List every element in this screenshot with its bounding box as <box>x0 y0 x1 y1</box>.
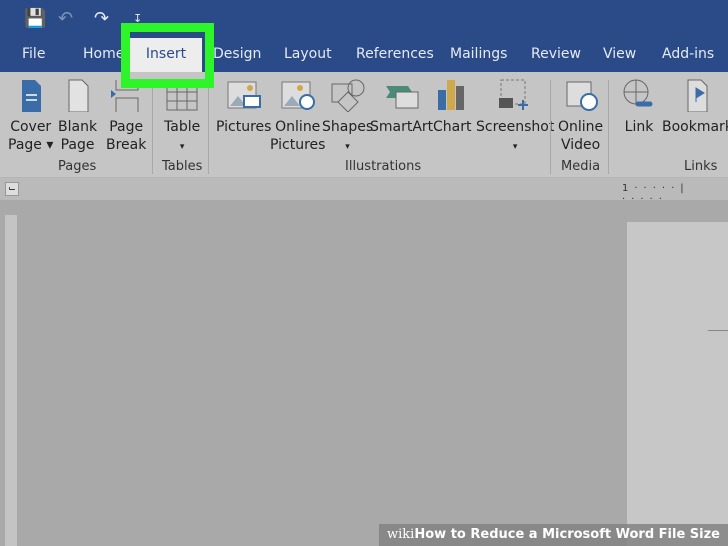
tab-layout[interactable]: Layout <box>284 46 332 62</box>
group-label-media: Media <box>561 159 601 174</box>
tab-home[interactable]: Home <box>83 46 124 62</box>
bookmark-icon <box>687 79 708 112</box>
link-button[interactable]: Link <box>622 78 656 136</box>
link-icon <box>623 79 653 107</box>
online-video-icon <box>566 81 598 111</box>
redo-icon[interactable]: ↷ <box>94 8 109 29</box>
tab-view[interactable]: View <box>603 46 636 62</box>
online-pictures-button[interactable]: Online Pictures <box>270 78 325 154</box>
online-video-button[interactable]: Online Video <box>558 78 603 154</box>
document-page[interactable] <box>627 222 728 546</box>
blank-page-icon <box>68 79 89 112</box>
separator <box>608 80 609 174</box>
cover-page-icon <box>21 80 41 112</box>
group-label-pages: Pages <box>58 159 97 174</box>
tab-mailings[interactable]: Mailings <box>450 46 507 62</box>
group-label-tables: Tables <box>162 159 203 174</box>
separator <box>152 80 153 174</box>
pictures-button[interactable]: Pictures <box>216 78 271 136</box>
chart-button[interactable]: Chart <box>433 78 471 136</box>
smartart-button[interactable]: SmartArt <box>370 78 433 136</box>
undo-icon[interactable]: ↶ <box>58 8 73 29</box>
online-pictures-icon <box>281 81 315 110</box>
separator <box>208 80 209 174</box>
group-label-links: Links <box>684 159 718 174</box>
tab-design[interactable]: Design <box>213 46 261 62</box>
save-icon[interactable]: 💾 <box>24 8 46 29</box>
screenshot-button[interactable]: Screenshot ▾ <box>476 78 554 156</box>
group-label-illustrations: Illustrations <box>345 159 422 174</box>
tab-review[interactable]: Review <box>531 46 581 62</box>
watermark: wikiHow to Reduce a Microsoft Word File … <box>379 524 728 546</box>
shapes-icon <box>331 79 365 112</box>
page-break-button[interactable]: Page Break <box>106 78 146 154</box>
horizontal-ruler[interactable] <box>0 178 728 200</box>
screenshot-icon <box>499 79 529 110</box>
table-button[interactable]: Table ▾ <box>164 78 200 156</box>
ruler-marks: 1·····|····· <box>622 183 690 205</box>
insert-tab-highlight <box>121 23 214 88</box>
cover-page-button[interactable]: Cover Page ▾ <box>8 78 53 154</box>
separator <box>550 80 551 174</box>
tab-selector-icon[interactable]: ⌙ <box>5 182 19 196</box>
smartart-icon <box>385 86 419 109</box>
tab-references[interactable]: References <box>356 46 434 62</box>
blank-page-button[interactable]: Blank Page <box>58 78 97 154</box>
tab-file[interactable]: File <box>22 46 45 62</box>
chart-icon <box>438 80 465 110</box>
margin-mark <box>708 330 728 331</box>
vertical-ruler[interactable] <box>5 215 17 546</box>
tab-add-ins[interactable]: Add-ins <box>662 46 714 62</box>
bookmark-button[interactable]: Bookmark <box>662 78 728 136</box>
pictures-icon <box>227 81 261 109</box>
shapes-button[interactable]: Shapes ▾ <box>322 78 373 156</box>
